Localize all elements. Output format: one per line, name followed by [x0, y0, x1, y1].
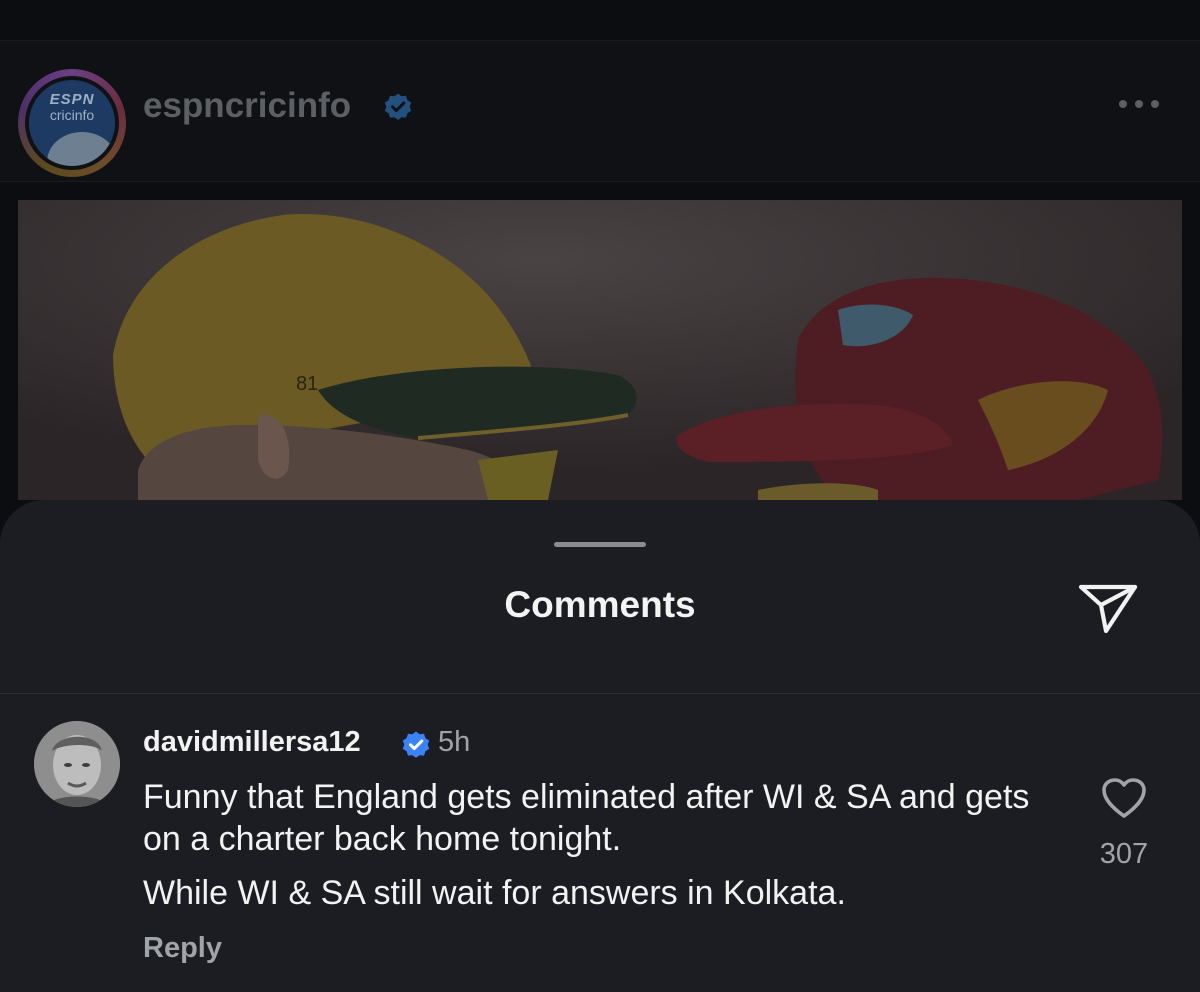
- account-name[interactable]: espncricinfo: [143, 86, 351, 126]
- comment-body: Funny that England gets eliminated after…: [143, 776, 1043, 914]
- comment-timestamp: 5h: [438, 726, 471, 758]
- cricket-ball-graphic: [47, 132, 115, 166]
- sheet-drag-handle[interactable]: [554, 542, 646, 547]
- sheet-title: Comments: [504, 584, 696, 625]
- comments-sheet: Comments davidmillersa12 5h Funny that E…: [0, 500, 1200, 992]
- svg-text:81: 81: [296, 373, 318, 395]
- reply-button[interactable]: Reply: [143, 932, 222, 965]
- send-icon[interactable]: [1076, 580, 1140, 636]
- sheet-divider: [0, 693, 1200, 694]
- comment-username[interactable]: davidmillersa12: [143, 726, 361, 759]
- more-horizontal-icon[interactable]: [1116, 97, 1162, 111]
- espncricinfo-logo: ESPN cricinfo: [29, 80, 115, 166]
- post-photo-illustration: 81: [18, 200, 1182, 500]
- commenter-face-photo: [34, 721, 120, 807]
- comment-text-paragraph: Funny that England gets eliminated after…: [143, 778, 1030, 858]
- verified-badge-icon: [402, 731, 430, 758]
- verified-badge-icon: [384, 93, 412, 120]
- account-avatar[interactable]: ESPN cricinfo: [18, 69, 126, 177]
- commenter-avatar[interactable]: [34, 721, 120, 807]
- post-photo[interactable]: 81: [18, 200, 1182, 500]
- like-count: 307: [1099, 838, 1149, 870]
- logo-espn-text: ESPN: [49, 91, 95, 108]
- comment-text-paragraph: While WI & SA still wait for answers in …: [143, 874, 846, 912]
- heart-icon[interactable]: [1100, 776, 1148, 820]
- logo-cricinfo-text: cricinfo: [49, 107, 95, 123]
